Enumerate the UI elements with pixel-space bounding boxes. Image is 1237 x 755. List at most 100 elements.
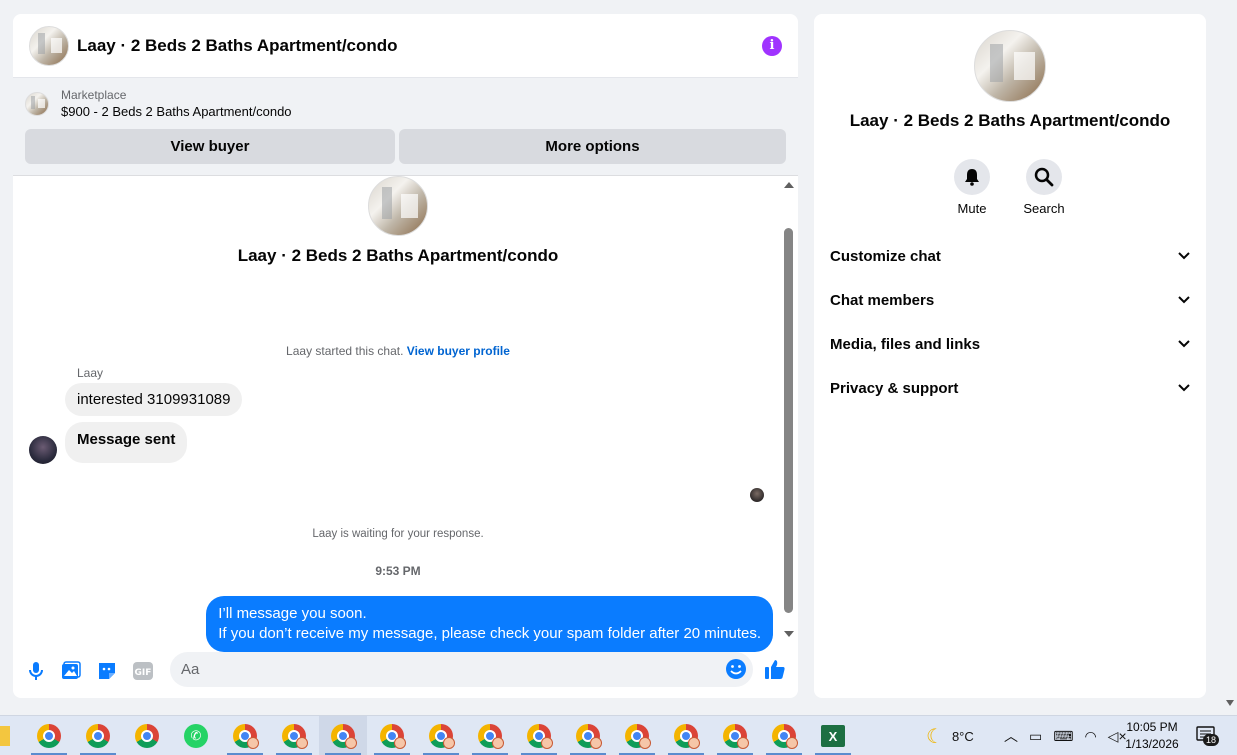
taskbar-whatsapp-app[interactable]: ✆ <box>172 716 220 755</box>
search-icon[interactable] <box>1026 159 1062 195</box>
outgoing-message-line: If you don’t receive my message, please … <box>218 625 761 642</box>
taskbar-chrome-app[interactable] <box>221 716 269 755</box>
intro-avatar <box>368 176 428 236</box>
photo-icon[interactable] <box>60 660 82 682</box>
view-buyer-profile-link[interactable]: View buyer profile <box>407 344 510 358</box>
notification-center[interactable]: 18 <box>1196 726 1220 746</box>
profile-badge-icon <box>394 737 406 749</box>
sender-avatar[interactable] <box>29 436 57 464</box>
chevron-down-icon <box>1178 340 1190 348</box>
profile-badge-icon <box>737 737 749 749</box>
taskbar-chrome-app[interactable] <box>417 716 465 755</box>
info-icon[interactable]: i <box>762 35 782 56</box>
meet-now-icon[interactable]: ▭ <box>1029 728 1042 745</box>
page-scroll-down-arrow-icon[interactable] <box>1226 700 1234 706</box>
search-label: Search <box>1023 201 1065 216</box>
system-tray: ︿ ▭ ⌨ ◠ ◁× <box>1004 716 1127 755</box>
privacy-support-section[interactable]: Privacy & support <box>830 366 1190 410</box>
chrome-icon <box>37 724 61 748</box>
message-input[interactable] <box>181 652 701 687</box>
file-explorer-icon[interactable] <box>0 726 10 746</box>
thumbs-up-icon[interactable] <box>764 658 786 680</box>
profile-badge-icon <box>345 737 357 749</box>
chrome-icon <box>135 724 159 748</box>
scroll-down-arrow-icon[interactable] <box>784 631 794 637</box>
chat-members-section[interactable]: Chat members <box>830 278 1190 322</box>
profile-badge-icon <box>590 737 602 749</box>
gif-icon[interactable]: GIF <box>132 660 154 682</box>
chevron-up-icon[interactable]: ︿ <box>1004 726 1018 746</box>
info-title: Laay · 2 Beds 2 Baths Apartment/condo <box>849 111 1171 130</box>
excel-icon: X <box>821 725 845 747</box>
more-options-button[interactable]: More options <box>399 129 786 164</box>
outgoing-message[interactable]: I’ll message you soon. If you don’t rece… <box>206 596 773 652</box>
seen-indicator-avatar <box>750 488 764 502</box>
chat-panel: Laay · 2 Beds 2 Baths Apartment/condo i … <box>13 14 798 698</box>
emoji-icon[interactable] <box>725 658 747 680</box>
taskbar: ✆ X ☾ 8°C ︿ ▭ ⌨ ◠ ◁× 10:05 PM 1/13/2026 … <box>0 715 1237 755</box>
listing-avatar[interactable] <box>29 25 69 66</box>
taskbar-excel-app[interactable]: X <box>809 716 857 755</box>
marketplace-item[interactable]: Marketplace $900 - 2 Beds 2 Baths Apartm… <box>25 88 292 119</box>
section-label: Chat members <box>830 291 935 309</box>
clock-date: 1/13/2026 <box>1125 737 1179 751</box>
language-icon[interactable]: ⌨ <box>1053 728 1073 745</box>
message-list[interactable]: Laay · 2 Beds 2 Baths Apartment/condo La… <box>13 176 798 652</box>
mute-label: Mute <box>957 201 987 216</box>
profile-badge-icon <box>443 737 455 749</box>
section-label: Customize chat <box>830 247 941 265</box>
taskbar-chrome-app[interactable] <box>613 716 661 755</box>
profile-badge-icon <box>639 737 651 749</box>
taskbar-chrome-app[interactable] <box>662 716 710 755</box>
taskbar-chrome-app[interactable] <box>123 716 171 755</box>
message-scrollbar[interactable] <box>784 182 794 637</box>
profile-badge-icon <box>296 737 308 749</box>
taskbar-chrome-app[interactable] <box>25 716 73 755</box>
customize-chat-section[interactable]: Customize chat <box>830 234 1190 278</box>
chat-title[interactable]: Laay · 2 Beds 2 Baths Apartment/condo <box>77 36 762 56</box>
taskbar-chrome-app[interactable] <box>74 716 122 755</box>
marketplace-item-title: $900 - 2 Beds 2 Baths Apartment/condo <box>61 104 292 119</box>
taskbar-chrome-app[interactable] <box>270 716 318 755</box>
profile-badge-icon <box>541 737 553 749</box>
outgoing-message-line: I’ll message you soon. <box>218 605 367 622</box>
incoming-message[interactable]: interested 3109931089 <box>65 383 243 416</box>
chat-header: Laay · 2 Beds 2 Baths Apartment/condo i <box>13 14 798 78</box>
media-files-links-section[interactable]: Media, files and links <box>830 322 1190 366</box>
taskbar-chrome-app-active[interactable] <box>319 716 367 755</box>
composer: GIF <box>13 646 798 698</box>
taskbar-chrome-app[interactable] <box>515 716 563 755</box>
wifi-icon[interactable]: ◠ <box>1084 728 1096 745</box>
sticker-icon[interactable] <box>96 660 118 682</box>
gif-icon-label: GIF <box>135 668 152 678</box>
scroll-thumb[interactable] <box>784 228 793 613</box>
notification-count: 18 <box>1203 734 1220 746</box>
section-label: Privacy & support <box>830 379 959 397</box>
taskbar-chrome-app[interactable] <box>466 716 514 755</box>
profile-badge-icon <box>786 737 798 749</box>
incoming-message[interactable]: Message sent <box>65 422 188 463</box>
microphone-icon[interactable] <box>25 660 47 682</box>
taskbar-chrome-app[interactable] <box>760 716 808 755</box>
profile-badge-icon <box>688 737 700 749</box>
profile-badge-icon <box>247 737 259 749</box>
chrome-icon <box>86 724 110 748</box>
mute-action[interactable]: Mute <box>942 159 1002 216</box>
taskbar-chrome-app[interactable] <box>711 716 759 755</box>
clock[interactable]: 10:05 PM 1/13/2026 <box>1118 719 1186 753</box>
weather-widget[interactable]: ☾ 8°C <box>926 716 974 755</box>
message-input-wrapper <box>170 652 753 687</box>
info-avatar[interactable] <box>974 30 1046 102</box>
taskbar-chrome-app[interactable] <box>564 716 612 755</box>
message-timestamp: 9:53 PM <box>375 564 421 578</box>
search-action[interactable]: Search <box>1014 159 1074 216</box>
bell-icon[interactable] <box>954 159 990 195</box>
marketplace-label: Marketplace <box>61 88 127 102</box>
chat-started-notice: Laay started this chat. View buyer profi… <box>13 344 783 358</box>
chevron-down-icon <box>1178 384 1190 392</box>
clock-time: 10:05 PM <box>1126 720 1178 734</box>
view-buyer-button[interactable]: View buyer <box>25 129 395 164</box>
scroll-up-arrow-icon[interactable] <box>784 182 794 188</box>
profile-badge-icon <box>492 737 504 749</box>
taskbar-chrome-app[interactable] <box>368 716 416 755</box>
